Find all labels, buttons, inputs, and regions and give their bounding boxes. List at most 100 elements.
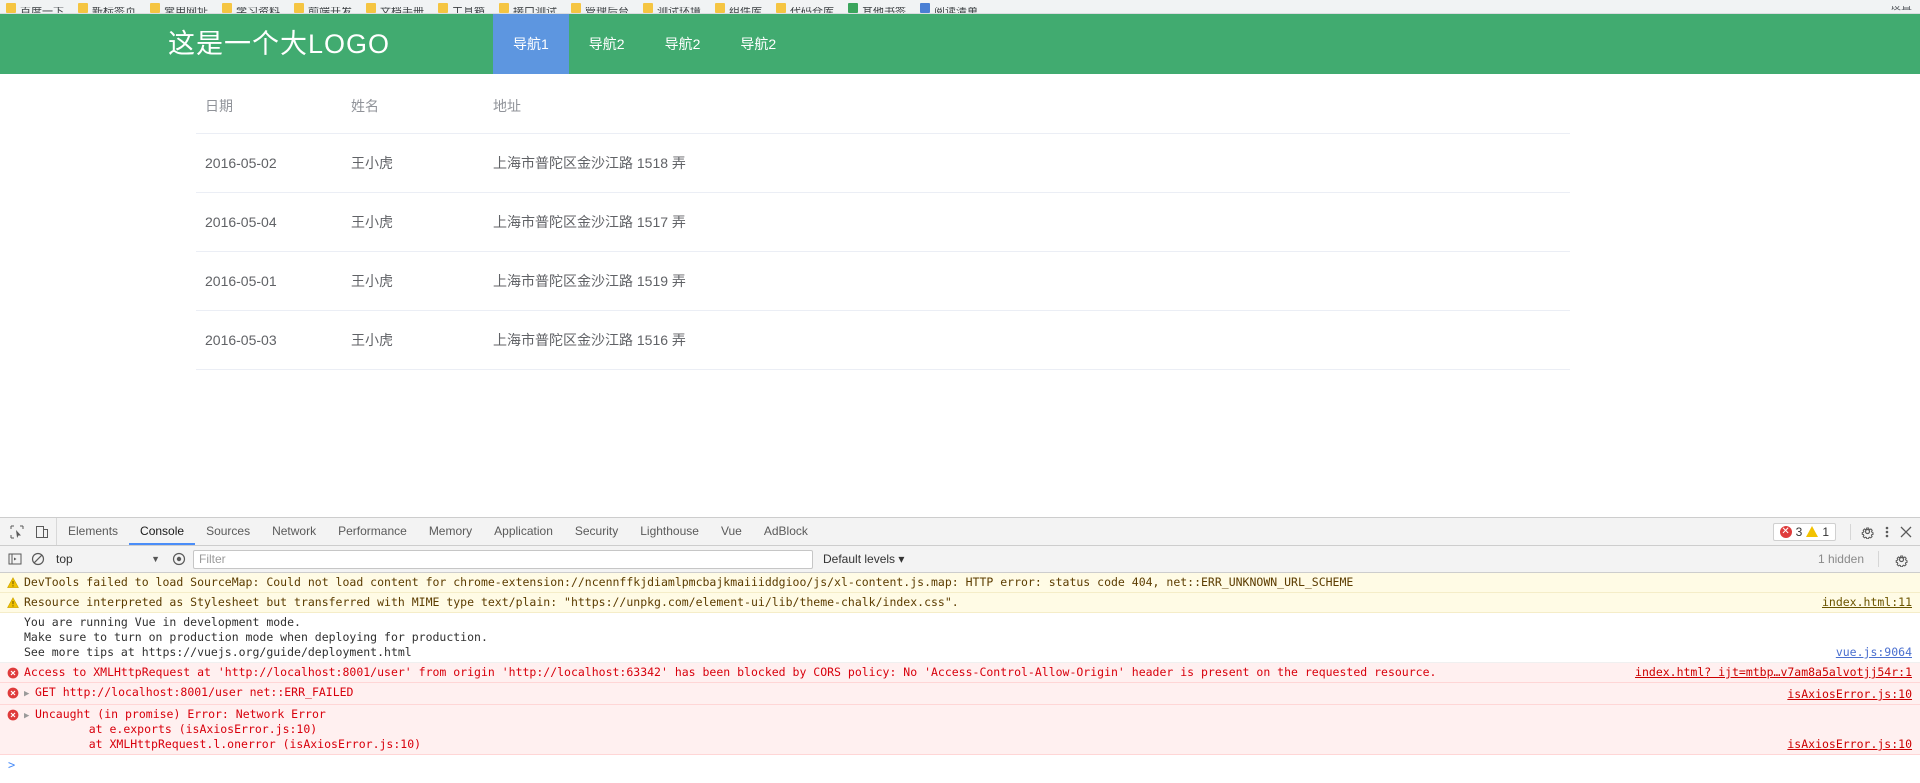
console-message-list[interactable]: DevTools failed to load SourceMap: Could…: [0, 573, 1920, 782]
tab-performance[interactable]: Performance: [327, 518, 418, 545]
folder-icon: [571, 3, 581, 13]
bookmark-label: 代码仓库: [790, 7, 834, 13]
bookmark-label: 组件库: [729, 7, 762, 13]
tab-label: Vue: [720, 523, 742, 538]
execution-context-select[interactable]: top ▼: [52, 552, 164, 566]
folder-icon: [366, 3, 376, 13]
context-label: top: [56, 552, 73, 566]
tab-application[interactable]: Application: [483, 518, 564, 545]
bookmark-item[interactable]: 阅读清单: [920, 0, 978, 13]
nav-item-3[interactable]: 导航2: [645, 14, 721, 74]
info-spacer-icon: [6, 616, 20, 630]
gear-icon[interactable]: [1859, 523, 1876, 540]
table-row[interactable]: 2016-05-01 王小虎 上海市普陀区金沙江路 1519 弄: [196, 251, 1570, 311]
console-message-text: GET http://localhost:8001/user net::ERR_…: [35, 685, 354, 699]
console-message-source[interactable]: isAxiosError.js:10: [1787, 687, 1912, 702]
inspect-element-icon[interactable]: [8, 523, 25, 540]
more-options-icon[interactable]: [1878, 523, 1895, 540]
console-message-source[interactable]: index.html? ijt=mtbp…v7am8a5alvotjj54r:1: [1635, 665, 1912, 680]
tab-label: Elements: [68, 523, 119, 538]
site-header: 这是一个大LOGO 导航1 导航2 导航2 导航2: [0, 14, 1920, 74]
nav-item-2[interactable]: 导航2: [569, 14, 645, 74]
cell-date: 2016-05-04: [196, 192, 351, 252]
console-settings-gear-icon[interactable]: [1893, 551, 1910, 568]
bookmark-label: 前端开发: [308, 7, 352, 13]
tab-security[interactable]: Security: [564, 518, 629, 545]
clear-console-icon[interactable]: [29, 551, 46, 568]
console-message-source[interactable]: vue.js:9064: [1836, 645, 1912, 660]
tab-sources[interactable]: Sources: [195, 518, 261, 545]
bookmark-label: 学习资料: [236, 7, 280, 13]
bookmark-item[interactable]: 接口测试: [499, 0, 557, 13]
console-message-source[interactable]: isAxiosError.js:10: [1787, 737, 1912, 752]
folder-icon: [776, 3, 786, 13]
console-sidebar-toggle-icon[interactable]: [6, 551, 23, 568]
tab-elements[interactable]: Elements: [57, 518, 129, 545]
bookmark-item[interactable]: 学习资料: [222, 0, 280, 13]
tab-lighthouse[interactable]: Lighthouse: [629, 518, 710, 545]
tab-console[interactable]: Console: [129, 518, 196, 545]
nav-item-4[interactable]: 导航2: [720, 14, 796, 74]
bookmark-label: 接口测试: [513, 7, 557, 13]
device-toolbar-icon[interactable]: [33, 523, 50, 540]
browser-bookmarks-bar: 百度一下 新标签页 常用网址 学习资料 前端开发 文档手册 工具箱 接口测试 管…: [0, 0, 1920, 14]
chevron-down-icon: ▼: [151, 554, 160, 564]
expand-arrow-icon[interactable]: ▶: [24, 709, 33, 724]
bookmarks-right-label: 设置: [1890, 6, 1912, 12]
console-filter-input[interactable]: [193, 549, 813, 569]
bookmark-item[interactable]: 文档手册: [366, 0, 424, 13]
nav-item-1[interactable]: 导航1: [493, 14, 569, 74]
console-settings-eye-icon[interactable]: [170, 551, 187, 568]
tab-adblock[interactable]: AdBlock: [753, 518, 819, 545]
column-header-name[interactable]: 姓名: [351, 74, 493, 134]
devtools-tabbar-right: ✕ 3 1: [1772, 518, 1920, 545]
console-message-warning[interactable]: DevTools failed to load SourceMap: Could…: [0, 573, 1920, 593]
column-header-date[interactable]: 日期: [196, 74, 351, 134]
error-icon: [6, 708, 20, 722]
close-icon[interactable]: [1897, 523, 1914, 540]
cell-address: 上海市普陀区金沙江路 1517 弄: [493, 192, 1570, 252]
cell-address: 上海市普陀区金沙江路 1519 弄: [493, 251, 1570, 311]
table-row[interactable]: 2016-05-04 王小虎 上海市普陀区金沙江路 1517 弄: [196, 192, 1570, 252]
devtools-tool-icons: [0, 518, 57, 545]
error-icon: [6, 686, 20, 700]
column-header-address[interactable]: 地址: [493, 74, 1570, 134]
issue-counts-badge[interactable]: ✕ 3 1: [1772, 522, 1836, 541]
console-input-prompt[interactable]: >: [0, 755, 1920, 776]
table-body: 2016-05-02 王小虎 上海市普陀区金沙江路 1518 弄 2016-05…: [196, 133, 1570, 370]
console-message-info[interactable]: You are running Vue in development mode.…: [0, 613, 1920, 663]
bookmarks-overflow[interactable]: 设置: [1890, 6, 1912, 13]
bookmark-label: 新标签页: [92, 7, 136, 13]
bookmark-item[interactable]: 代码仓库: [776, 0, 834, 13]
table-row[interactable]: 2016-05-02 王小虎 上海市普陀区金沙江路 1518 弄: [196, 133, 1570, 193]
bookmark-item[interactable]: 新标签页: [78, 0, 136, 13]
bookmark-item[interactable]: 组件库: [715, 0, 762, 13]
user-data-table: 日期 姓名 地址 2016-05-02 王小虎 上海市普陀区金沙江路 1518 …: [196, 74, 1570, 370]
console-message-source[interactable]: index.html:11: [1822, 595, 1912, 610]
bookmark-label: 其他书签: [862, 7, 906, 13]
tab-memory[interactable]: Memory: [418, 518, 483, 545]
tab-network[interactable]: Network: [261, 518, 327, 545]
console-message-error[interactable]: Access to XMLHttpRequest at 'http://loca…: [0, 663, 1920, 683]
bookmark-item[interactable]: 百度一下: [6, 0, 64, 13]
bookmark-item[interactable]: 工具箱: [438, 0, 485, 13]
console-filter-toolbar: top ▼ Default levels ▾ 1 hidden: [0, 546, 1920, 573]
console-message-error[interactable]: ▶ Uncaught (in promise) Error: Network E…: [0, 705, 1920, 755]
bookmark-item[interactable]: 常用网址: [150, 0, 208, 13]
console-message-warning[interactable]: Resource interpreted as Stylesheet but t…: [0, 593, 1920, 613]
bookmark-label: 百度一下: [20, 7, 64, 13]
log-levels-select[interactable]: Default levels ▾: [819, 552, 908, 566]
folder-icon: [643, 3, 653, 13]
console-message-error[interactable]: ▶ GET http://localhost:8001/user net::ER…: [0, 683, 1920, 705]
bookmark-item[interactable]: 其他书签: [848, 0, 906, 13]
bookmark-item[interactable]: 管理后台: [571, 0, 629, 13]
table-row[interactable]: 2016-05-03 王小虎 上海市普陀区金沙江路 1516 弄: [196, 310, 1570, 370]
tab-vue[interactable]: Vue: [710, 518, 753, 545]
divider: [1878, 551, 1879, 567]
site-logo: 这是一个大LOGO: [167, 28, 390, 59]
folder-icon: [222, 3, 232, 13]
bookmark-item[interactable]: 前端开发: [294, 0, 352, 13]
bookmark-item[interactable]: 测试环境: [643, 0, 701, 13]
expand-arrow-icon[interactable]: ▶: [24, 687, 33, 702]
table-head: 日期 姓名 地址: [196, 74, 1570, 134]
